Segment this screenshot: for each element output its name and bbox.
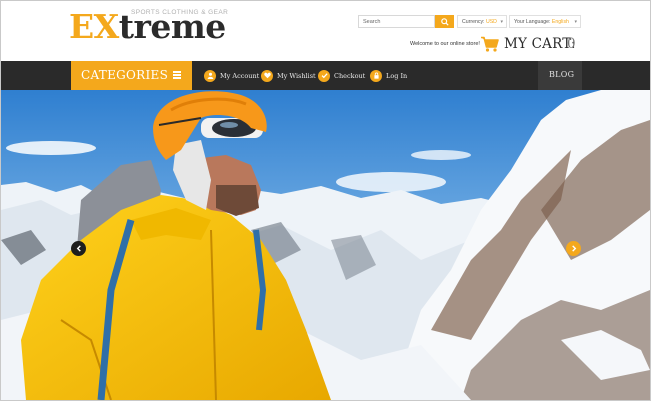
- language-value: English: [551, 19, 569, 25]
- chevron-down-icon: ▾: [500, 19, 503, 25]
- logo-tagline: SPORTS CLOTHING & GEAR: [131, 9, 229, 16]
- hero-slider[interactable]: [1, 90, 650, 400]
- nav-my-wishlist[interactable]: My Wishlist: [261, 69, 316, 82]
- hero-image: [1, 90, 650, 400]
- header: SPORTS CLOTHING & GEAR EXtreme Search Cu…: [1, 1, 650, 61]
- cart-icon[interactable]: [481, 36, 499, 52]
- categories-label: CATEGORIES: [81, 68, 169, 82]
- search-button[interactable]: [435, 15, 454, 28]
- chevron-right-icon: [571, 245, 576, 252]
- categories-button[interactable]: CATEGORIES: [71, 61, 192, 90]
- nav-log-in[interactable]: Log In: [370, 69, 407, 82]
- lock-icon: [370, 69, 382, 82]
- language-label: Your Language:: [514, 19, 551, 25]
- nav-checkout[interactable]: Checkout: [318, 69, 365, 82]
- welcome-message: Welcome to our online store!: [410, 41, 480, 47]
- check-icon: [318, 69, 330, 82]
- nav-blog[interactable]: BLOG: [538, 61, 582, 90]
- nav-log-in-label: Log In: [386, 71, 408, 80]
- user-icon: [204, 69, 216, 82]
- currency-select[interactable]: Currency: USD ▾: [457, 15, 507, 28]
- main-nav: CATEGORIES My Account My Wishlist Checko…: [1, 61, 650, 90]
- nav-my-account[interactable]: My Account: [204, 69, 259, 82]
- search-input[interactable]: Search: [358, 15, 435, 28]
- cart-count: 0: [567, 36, 576, 52]
- nav-my-wishlist-label: My Wishlist: [277, 71, 316, 80]
- currency-value: USD: [485, 19, 497, 25]
- chevron-left-icon: [76, 245, 81, 252]
- slider-prev-button[interactable]: [71, 241, 86, 256]
- nav-checkout-label: Checkout: [334, 71, 366, 80]
- logo[interactable]: SPORTS CLOTHING & GEAR EXtreme: [69, 7, 229, 46]
- slider-next-button[interactable]: [566, 241, 581, 256]
- currency-label: Currency:: [462, 19, 485, 25]
- nav-blog-label: BLOG: [549, 70, 575, 79]
- heart-icon: [261, 69, 273, 82]
- page-frame: SPORTS CLOTHING & GEAR EXtreme Search Cu…: [0, 0, 651, 401]
- chevron-down-icon: ▾: [574, 19, 577, 25]
- cart-label[interactable]: MY CART:: [504, 36, 576, 52]
- search-icon: [441, 18, 449, 26]
- logo-accent: EX: [69, 7, 119, 46]
- nav-my-account-label: My Account: [220, 71, 260, 80]
- menu-icon: [173, 71, 181, 81]
- language-select[interactable]: Your Language: English ▾: [509, 15, 581, 28]
